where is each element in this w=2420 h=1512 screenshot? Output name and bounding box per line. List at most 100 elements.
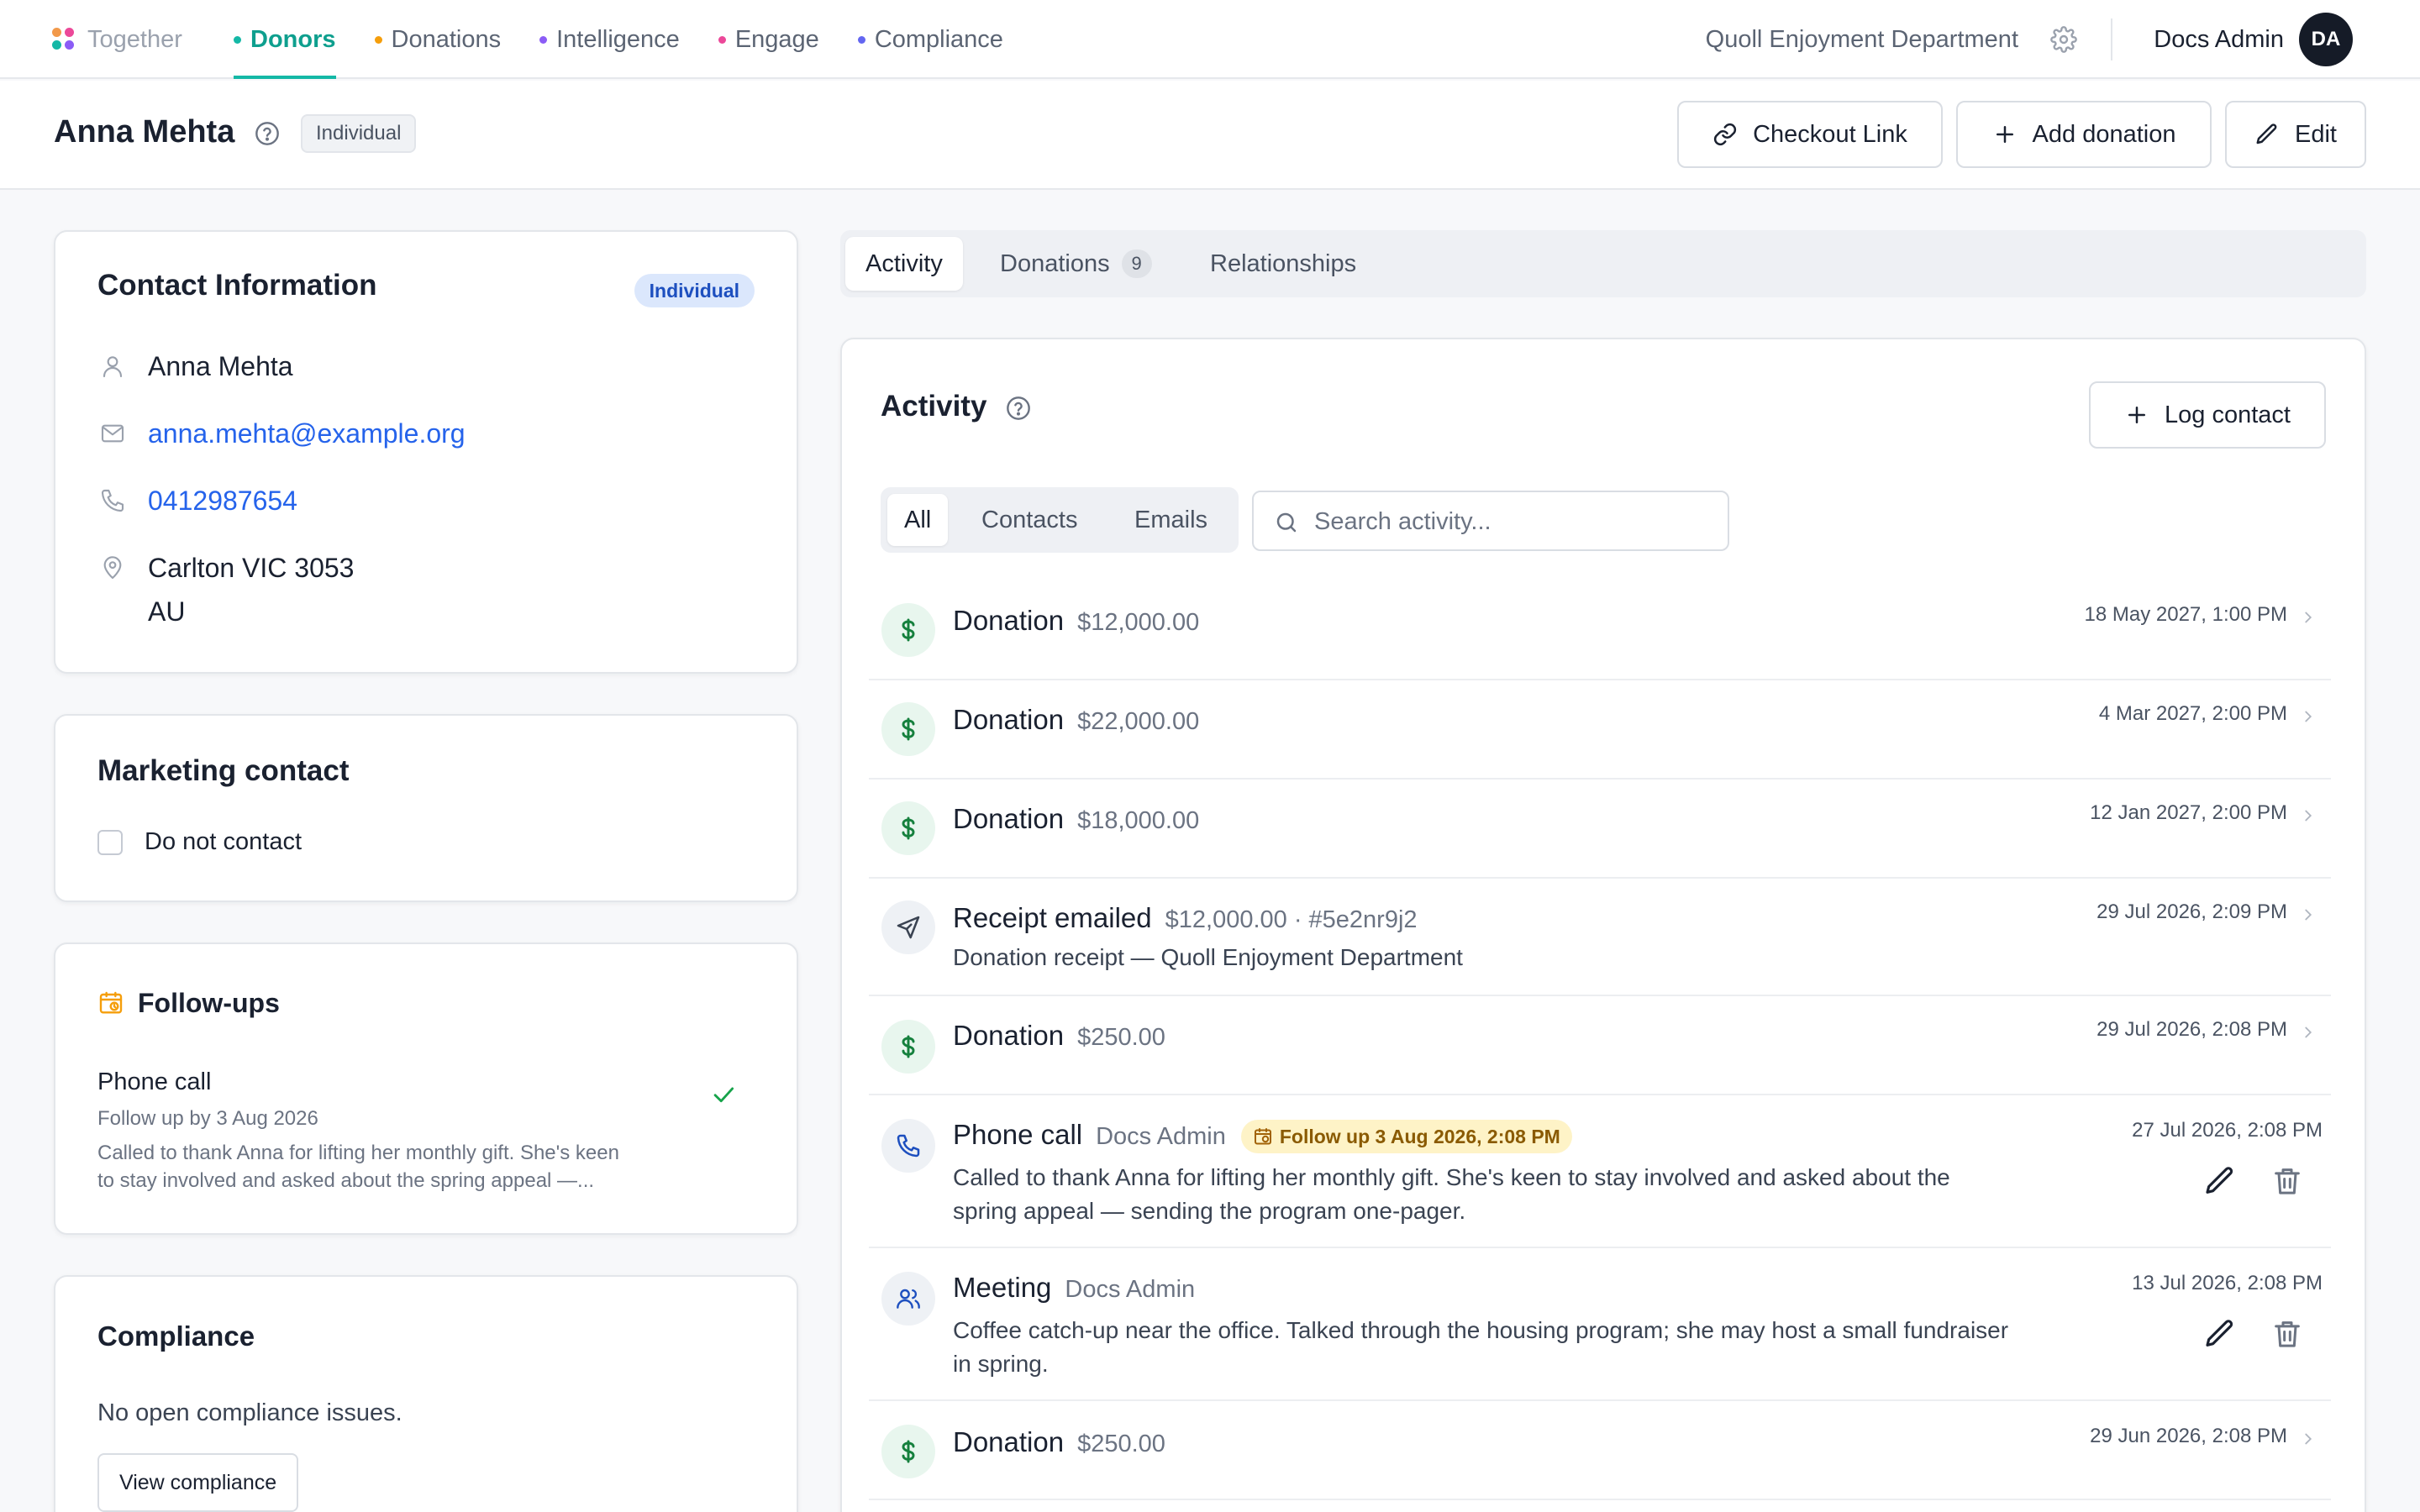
tab-activity[interactable]: Activity: [845, 237, 963, 291]
do-not-contact-checkbox[interactable]: [97, 830, 123, 855]
chevron-right-icon: [2305, 1433, 2312, 1445]
chevron-right-icon: [2305, 711, 2312, 722]
activity-description: Donation receipt — Quoll Enjoyment Depar…: [953, 944, 1463, 970]
contact-name: Anna Mehta: [148, 351, 293, 381]
nav-tab-intelligence[interactable]: Intelligence: [539, 0, 680, 79]
activity-date: 29 Jun 2026, 2:08 PM: [2090, 1425, 2287, 1447]
contact-address-row: Carlton VIC 3053 AU: [99, 553, 354, 633]
edit-button[interactable]: Edit: [2225, 101, 2366, 168]
activity-row[interactable]: Donation $22,000.00 4 Mar 2027, 2:00 PM: [869, 680, 2331, 780]
contact-email-row: anna.mehta@example.org: [99, 418, 466, 455]
checkout-link-button[interactable]: Checkout Link: [1677, 101, 1943, 168]
contact-address: Carlton VIC 3053 AU: [148, 546, 354, 633]
compliance-card: Compliance No open compliance issues. Vi…: [54, 1275, 798, 1512]
add-donation-button[interactable]: Add donation: [1956, 101, 2212, 168]
do-not-contact-label: Do not contact: [145, 828, 302, 855]
search-icon: [1276, 512, 1297, 533]
brand-icon: [52, 28, 76, 51]
chevron-right-icon: [2305, 612, 2312, 623]
dollar-icon: [881, 702, 935, 756]
activity-row[interactable]: Donation $250.00 29 Jul 2026, 2:08 PM: [869, 996, 2331, 1095]
nav-tabs: Donors Donations Intelligence Engage Com…: [234, 0, 1042, 79]
calendar-clock-icon: [1254, 1128, 1271, 1145]
activity-date: 4 Mar 2027, 2:00 PM: [2098, 702, 2287, 725]
organization-name[interactable]: Quoll Enjoyment Department: [1706, 0, 2018, 79]
activity-title: Donation $12,000.00: [953, 605, 1200, 636]
activity-search: [1252, 491, 1729, 551]
compliance-status: No open compliance issues.: [97, 1399, 402, 1426]
contact-phone-link[interactable]: 0412987654: [148, 479, 297, 522]
phone-icon: [101, 489, 124, 512]
follow-up-title: Phone call: [97, 1068, 212, 1095]
nav-tab-engage[interactable]: Engage: [718, 0, 819, 79]
checkmark-icon[interactable]: [709, 1080, 738, 1109]
activity-row[interactable]: Donation $12,000.00 18 May 2027, 1:00 PM: [869, 580, 2331, 680]
marketing-card-title: Marketing contact: [97, 754, 350, 787]
follow-ups-title: Follow-ups: [138, 988, 280, 1018]
nav-divider: [2111, 18, 2112, 60]
nav-tab-compliance[interactable]: Compliance: [857, 0, 1003, 79]
activity-title: Donation $250.00: [953, 1020, 1165, 1051]
activity-title: Receipt emailed $12,000.00 · #5e2nr9j2: [953, 902, 1418, 933]
compliance-title: Compliance: [97, 1320, 255, 1352]
nav-tab-donors[interactable]: Donors: [234, 0, 336, 79]
brand-name: Together: [87, 25, 182, 53]
activity-title: Donation $18,000.00: [953, 803, 1200, 834]
activity-date: 12 Jan 2027, 2:00 PM: [2090, 801, 2287, 824]
avatar[interactable]: DA: [2299, 13, 2353, 66]
activity-date: 13 Jul 2026, 2:08 PM: [2132, 1272, 2323, 1294]
phone-icon: [881, 1119, 935, 1173]
tab-relationships[interactable]: Relationships: [1190, 237, 1376, 291]
contact-information-card: Contact Information Individual Anna Meht…: [54, 230, 798, 674]
activity-row[interactable]: Meeting Docs Admin Coffee catch-up near t…: [869, 1248, 2331, 1401]
gear-icon[interactable]: [2050, 26, 2077, 53]
nav-tab-donations[interactable]: Donations: [374, 0, 501, 79]
marketing-contact-card: Marketing contact Do not contact: [54, 714, 798, 902]
activity-date: 29 Jul 2026, 2:08 PM: [2096, 1018, 2287, 1041]
search-input[interactable]: [1314, 502, 1718, 541]
activity-title: Meeting Docs Admin: [953, 1272, 1196, 1303]
activity-row[interactable]: Donation $250.00 29 Jun 2026, 2:08 PM: [869, 1401, 2331, 1500]
trash-icon[interactable]: [2270, 1317, 2304, 1351]
activity-filter: All Contacts Emails: [881, 487, 1239, 553]
plus-icon: [2128, 407, 2146, 423]
donor-type-badge: Individual: [301, 114, 417, 153]
link-icon: [1713, 123, 1737, 146]
users-icon: [881, 1272, 935, 1326]
tab-donations[interactable]: Donations 9: [980, 237, 1172, 291]
activity-date: 29 Jul 2026, 2:09 PM: [2096, 900, 2287, 923]
mail-icon: [101, 424, 124, 443]
activity-title: Phone call Docs Admin Follow up 3 Aug 2026…: [953, 1119, 1572, 1154]
activity-row[interactable]: Receipt emailed $12,000.00 · #5e2nr9j2 Do…: [869, 879, 2331, 996]
dollar-icon: [881, 603, 935, 657]
page-title: Anna Mehta: [54, 114, 235, 150]
map-pin-icon: [103, 556, 122, 580]
filter-contacts[interactable]: Contacts: [965, 494, 1094, 546]
pencil-icon[interactable]: [2203, 1317, 2237, 1351]
page-header: Anna Mehta Individual Checkout Link Add …: [0, 81, 2420, 190]
address-line-1: Carlton VIC 3053: [148, 553, 355, 583]
help-icon[interactable]: [1005, 395, 1032, 422]
activity-row[interactable]: Phone call Docs Admin Follow up 3 Aug 2026…: [869, 1095, 2331, 1248]
follow-up-due: Follow up by 3 Aug 2026: [97, 1107, 318, 1130]
activity-title: Activity: [881, 390, 987, 423]
dollar-icon: [881, 1425, 935, 1478]
pencil-icon: [2256, 123, 2277, 144]
help-icon[interactable]: [254, 120, 281, 147]
activity-title: Donation $22,000.00: [953, 704, 1200, 735]
brand-logo[interactable]: Together: [52, 0, 182, 79]
activity-date: 18 May 2027, 1:00 PM: [2084, 603, 2287, 626]
log-contact-button[interactable]: Log contact: [2089, 381, 2326, 449]
view-compliance-button[interactable]: View compliance: [97, 1453, 299, 1512]
activity-title: Donation $250.00: [953, 1426, 1165, 1457]
pencil-icon[interactable]: [2203, 1164, 2237, 1198]
activity-row[interactable]: Donation $18,000.00 12 Jan 2027, 2:00 PM: [869, 780, 2331, 879]
filter-emails[interactable]: Emails: [1118, 494, 1224, 546]
user-name[interactable]: Docs Admin: [2154, 0, 2284, 79]
filter-all[interactable]: All: [887, 494, 949, 546]
contact-email-link[interactable]: anna.mehta@example.org: [148, 412, 466, 455]
trash-icon[interactable]: [2270, 1164, 2304, 1198]
follow-ups-card: Follow-ups Phone call Follow up by 3 Aug…: [54, 942, 798, 1235]
plus-icon: [1996, 126, 2013, 143]
activity-description: Called to thank Anna for lifting her mon…: [953, 1164, 1950, 1224]
